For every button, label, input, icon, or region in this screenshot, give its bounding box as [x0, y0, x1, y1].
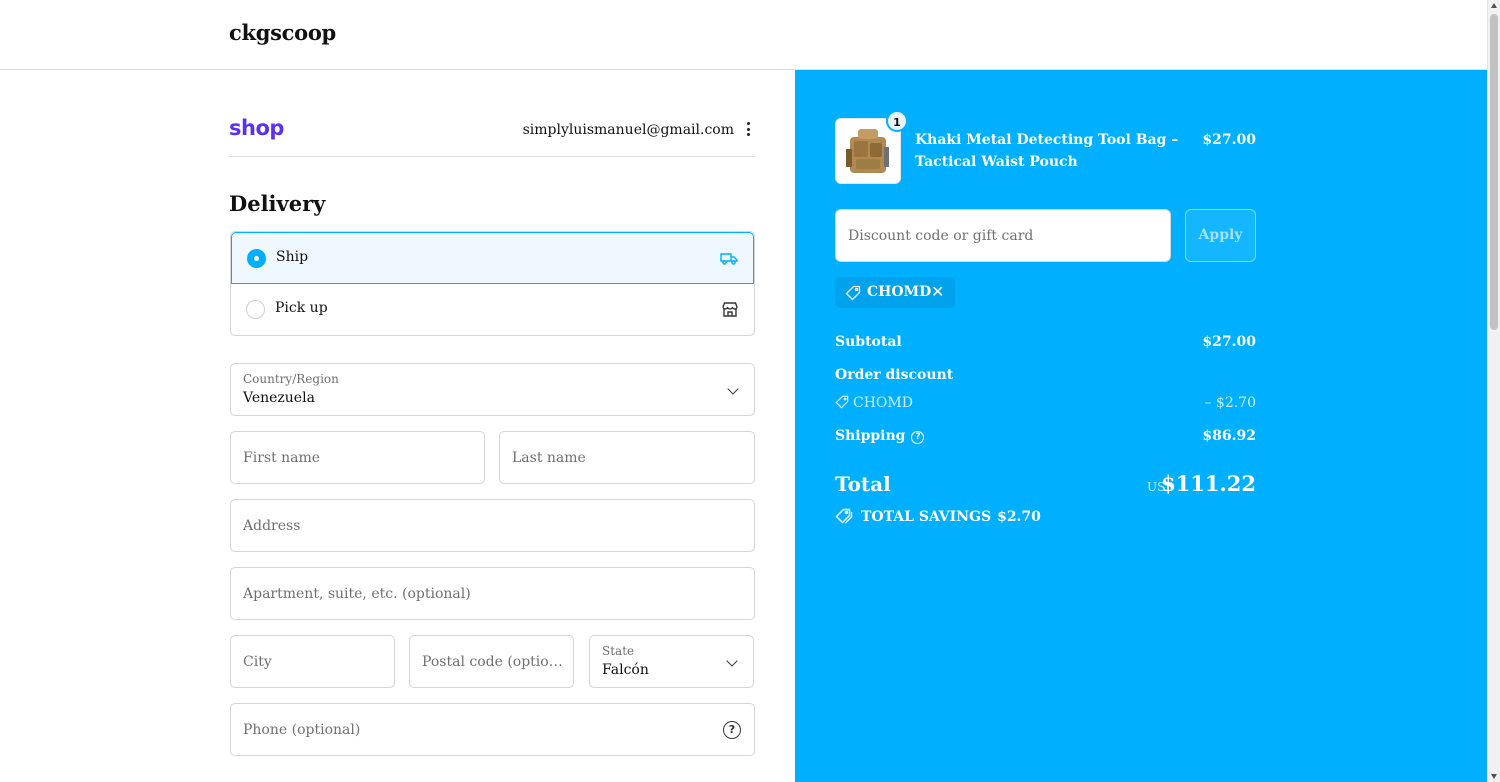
address-input[interactable]: Address	[230, 499, 755, 552]
applied-code: CHOMD	[867, 284, 932, 300]
subtotal-row: Subtotal $27.00	[835, 334, 1256, 350]
discount-placeholder: Discount code or gift card	[848, 228, 1034, 244]
delivery-option-pickup[interactable]: Pick up	[231, 284, 754, 335]
savings-value: $2.70	[997, 509, 1041, 525]
shipping-label: Shipping	[835, 428, 906, 444]
truck-icon	[720, 253, 738, 265]
delivery-method-group: Ship Pick up	[230, 231, 755, 336]
last-name-input[interactable]: Last name	[499, 431, 755, 484]
phone-input[interactable]: Phone (optional) ?	[230, 703, 755, 756]
shipping-value: $86.92	[1202, 428, 1256, 444]
city-placeholder: City	[243, 653, 272, 670]
scrollbar-thumb[interactable]	[1490, 14, 1498, 330]
savings-tag-icon	[835, 508, 853, 524]
tag-icon	[845, 285, 861, 301]
pickup-label: Pick up	[275, 300, 328, 316]
quantity-badge: 1	[886, 110, 908, 132]
city-input[interactable]: City	[230, 635, 395, 688]
apartment-placeholder: Apartment, suite, etc. (optional)	[243, 585, 471, 602]
country-label: Country/Region	[243, 372, 339, 386]
delivery-option-ship[interactable]: Ship	[231, 232, 754, 284]
order-summary-panel: 1 Khaki Metal Detecting Tool Bag – Tacti…	[795, 70, 1487, 782]
discount-code-name: CHOMD	[853, 395, 913, 411]
chevron-down-icon	[727, 383, 739, 395]
chevron-down-icon	[726, 655, 738, 667]
checkout-form-panel: shop simplyluismanuel@gmail.com Delivery…	[0, 70, 795, 782]
scroll-down-arrow-icon[interactable]	[1491, 774, 1497, 779]
postal-code-input[interactable]: Postal code (option...	[409, 635, 574, 688]
discount-value: – $2.70	[1204, 395, 1256, 411]
store-name[interactable]: ckgscoop	[229, 20, 336, 45]
order-discount-label: Order discount	[835, 367, 954, 383]
state-value: Falcón	[602, 662, 649, 678]
savings-label: TOTAL SAVINGS	[861, 509, 992, 525]
help-icon[interactable]: ?	[723, 721, 741, 739]
shop-account-row: shop simplyluismanuel@gmail.com	[229, 116, 755, 157]
header: ckgscoop	[0, 0, 1487, 70]
scrollbar[interactable]	[1487, 0, 1500, 782]
store-icon	[722, 302, 738, 317]
shipping-row: Shipping? $86.92	[835, 428, 1256, 444]
total-row: Total USD $111.22	[835, 471, 1256, 502]
total-amount: $111.22	[1161, 471, 1256, 496]
remove-discount-icon[interactable]: ✕	[931, 282, 944, 301]
pickup-radio[interactable]	[246, 300, 265, 319]
address-placeholder: Address	[243, 517, 301, 534]
shop-logo[interactable]: shop	[229, 116, 284, 140]
product-price: $27.00	[1202, 132, 1256, 148]
phone-placeholder: Phone (optional)	[243, 721, 361, 738]
subtotal-label: Subtotal	[835, 334, 902, 350]
first-name-placeholder: First name	[243, 449, 321, 466]
apply-button[interactable]: Apply	[1185, 209, 1256, 262]
order-discount-row: Order discount	[835, 367, 1256, 383]
product-name: Khaki Metal Detecting Tool Bag – Tactica…	[915, 132, 1179, 170]
apartment-input[interactable]: Apartment, suite, etc. (optional)	[230, 567, 755, 620]
last-name-placeholder: Last name	[512, 449, 586, 466]
more-options-icon[interactable]	[745, 122, 751, 138]
applied-discount-chip: CHOMD ✕	[835, 277, 955, 308]
account-email: simplyluismanuel@gmail.com	[522, 122, 734, 138]
discount-code-input[interactable]: Discount code or gift card	[835, 209, 1171, 262]
discount-code-row: CHOMD – $2.70	[835, 395, 1256, 411]
total-savings: TOTAL SAVINGS $2.70	[835, 508, 1041, 525]
delivery-heading: Delivery	[229, 191, 326, 216]
ship-label: Ship	[276, 249, 309, 265]
country-value: Venezuela	[243, 390, 315, 406]
state-label: State	[602, 644, 635, 658]
ship-radio[interactable]	[247, 249, 266, 268]
subtotal-value: $27.00	[1202, 334, 1256, 350]
country-select[interactable]: Country/Region Venezuela	[230, 363, 755, 416]
postal-code-placeholder: Postal code (option...	[422, 653, 563, 670]
state-select[interactable]: State Falcón	[589, 635, 754, 688]
scroll-up-arrow-icon[interactable]	[1491, 3, 1497, 8]
help-icon[interactable]: ?	[911, 431, 925, 444]
total-label: Total	[835, 472, 891, 496]
tag-icon	[835, 395, 849, 409]
first-name-input[interactable]: First name	[230, 431, 485, 484]
